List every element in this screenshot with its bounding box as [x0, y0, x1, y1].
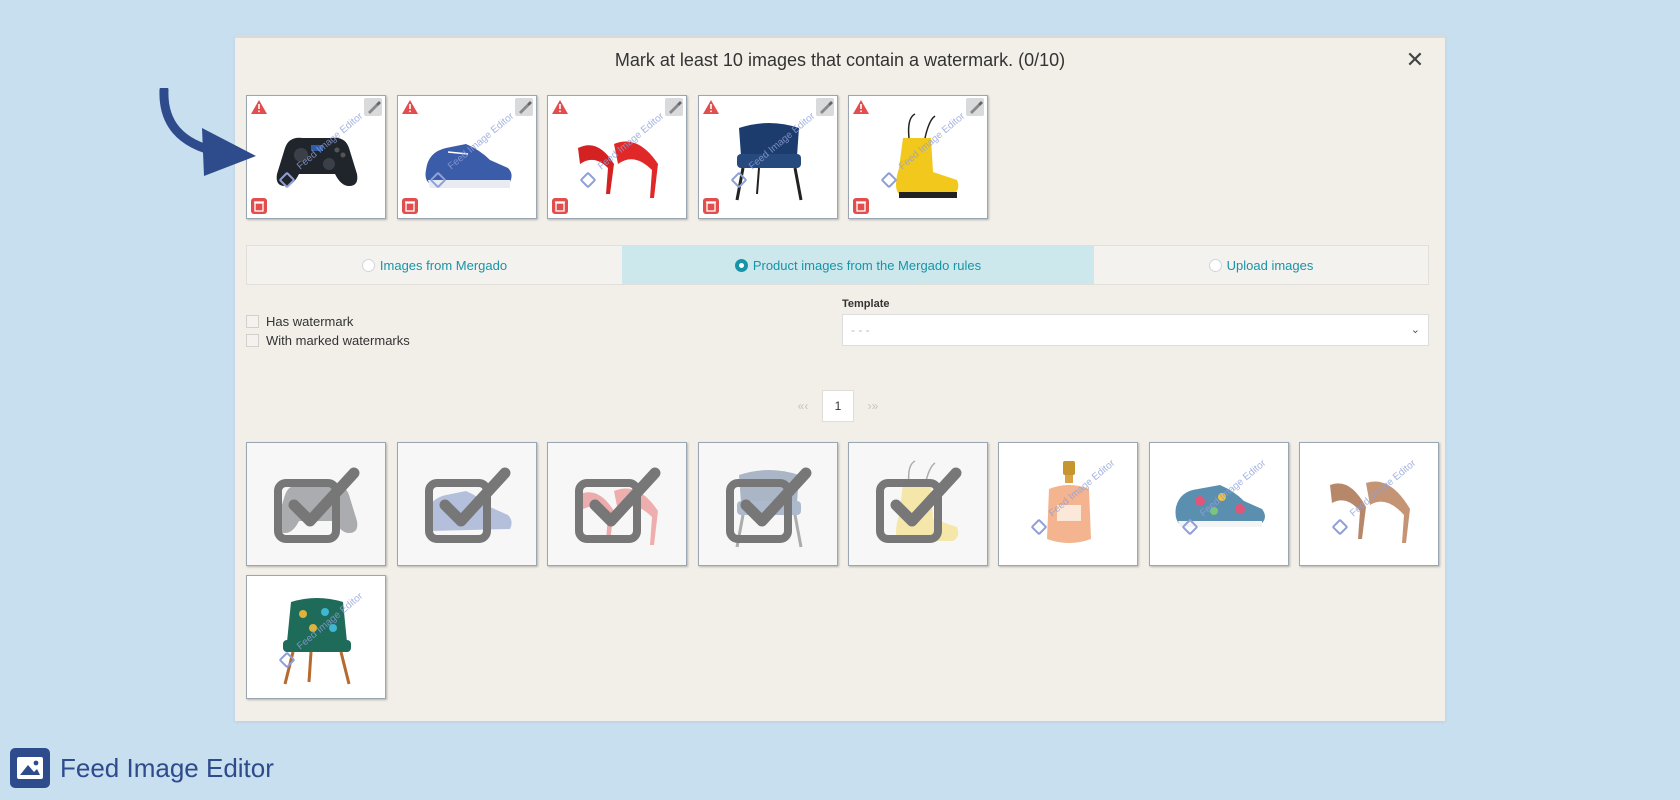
- warning-icon: [552, 100, 568, 114]
- check-icon: [726, 467, 812, 543]
- trash-icon[interactable]: [703, 198, 719, 214]
- chevron-down-icon: ⌄: [1410, 324, 1420, 336]
- grid-image-perfume[interactable]: Feed Image Editor: [998, 442, 1138, 566]
- checkbox[interactable]: [246, 334, 259, 347]
- curved-arrow-icon: [159, 88, 256, 176]
- template-label: Template: [842, 298, 890, 310]
- selected-image-heels[interactable]: Feed Image Editor: [547, 95, 687, 219]
- selected-image-boot[interactable]: Feed Image Editor: [848, 95, 988, 219]
- selected-image-sneaker[interactable]: Feed Image Editor: [397, 95, 537, 219]
- warning-icon: [402, 100, 418, 114]
- filter-with-marked-watermarks[interactable]: With marked watermarks: [246, 333, 410, 348]
- check-icon: [274, 467, 360, 543]
- image-source-tabs: Images from Mergado Product images from …: [246, 245, 1429, 285]
- brush-icon[interactable]: [816, 98, 834, 116]
- grid-image-sneaker[interactable]: [397, 442, 537, 566]
- filter-label: Has watermark: [266, 314, 354, 329]
- tab-images-from-mergado[interactable]: Images from Mergado: [247, 246, 622, 284]
- template-select[interactable]: - - - ⌄: [842, 314, 1429, 346]
- check-icon: [575, 467, 661, 543]
- grid-image-heels[interactable]: [547, 442, 687, 566]
- trash-icon[interactable]: [402, 198, 418, 214]
- warning-icon: [703, 100, 719, 114]
- grid-image-beige-heels[interactable]: Feed Image Editor: [1299, 442, 1439, 566]
- landscape-image-icon: [10, 748, 50, 788]
- brush-icon[interactable]: [665, 98, 683, 116]
- pager-page[interactable]: 1: [822, 390, 854, 422]
- grid-image-patterned-chair[interactable]: Feed Image Editor: [246, 575, 386, 699]
- tab-upload-images[interactable]: Upload images: [1094, 246, 1428, 284]
- modal-title: Mark at least 10 images that contain a w…: [614, 50, 1066, 70]
- selected-image-controller[interactable]: Feed Image Editor: [246, 95, 386, 219]
- radio-icon[interactable]: [361, 258, 375, 272]
- template-value: - - -: [851, 323, 870, 337]
- tab-label: Upload images: [1226, 257, 1314, 273]
- watermark-modal: Mark at least 10 images that contain a w…: [235, 35, 1445, 721]
- pager-next[interactable]: ›»: [860, 399, 886, 413]
- close-icon[interactable]: ✕: [1403, 48, 1427, 72]
- radio-icon[interactable]: [1208, 258, 1222, 272]
- selected-image-chair[interactable]: Feed Image Editor: [698, 95, 838, 219]
- brush-icon[interactable]: [515, 98, 533, 116]
- filter-label: With marked watermarks: [266, 333, 410, 348]
- trash-icon[interactable]: [853, 198, 869, 214]
- grid-image-floral-sneaker[interactable]: Feed Image Editor: [1149, 442, 1289, 566]
- checkbox[interactable]: [246, 315, 259, 328]
- tab-label: Images from Mergado: [379, 257, 508, 273]
- brand-name: Feed Image Editor: [60, 752, 274, 783]
- pagination: «‹ 1 ›»: [790, 390, 886, 422]
- tab-product-images-rules[interactable]: Product images from the Mergado rules: [622, 246, 1094, 284]
- grid-image-boot[interactable]: [848, 442, 988, 566]
- warning-icon: [853, 100, 869, 114]
- filter-has-watermark[interactable]: Has watermark: [246, 314, 353, 329]
- trash-icon[interactable]: [552, 198, 568, 214]
- tab-label: Product images from the Mergado rules: [752, 257, 982, 273]
- grid-image-controller[interactable]: [246, 442, 386, 566]
- brand: Feed Image Editor: [10, 748, 274, 788]
- check-icon: [876, 467, 962, 543]
- radio-icon[interactable]: [734, 258, 748, 272]
- brush-icon[interactable]: [966, 98, 984, 116]
- grid-image-chair[interactable]: [698, 442, 838, 566]
- pager-prev[interactable]: «‹: [790, 399, 816, 413]
- trash-icon[interactable]: [251, 198, 267, 214]
- check-icon: [425, 467, 511, 543]
- brush-icon[interactable]: [364, 98, 382, 116]
